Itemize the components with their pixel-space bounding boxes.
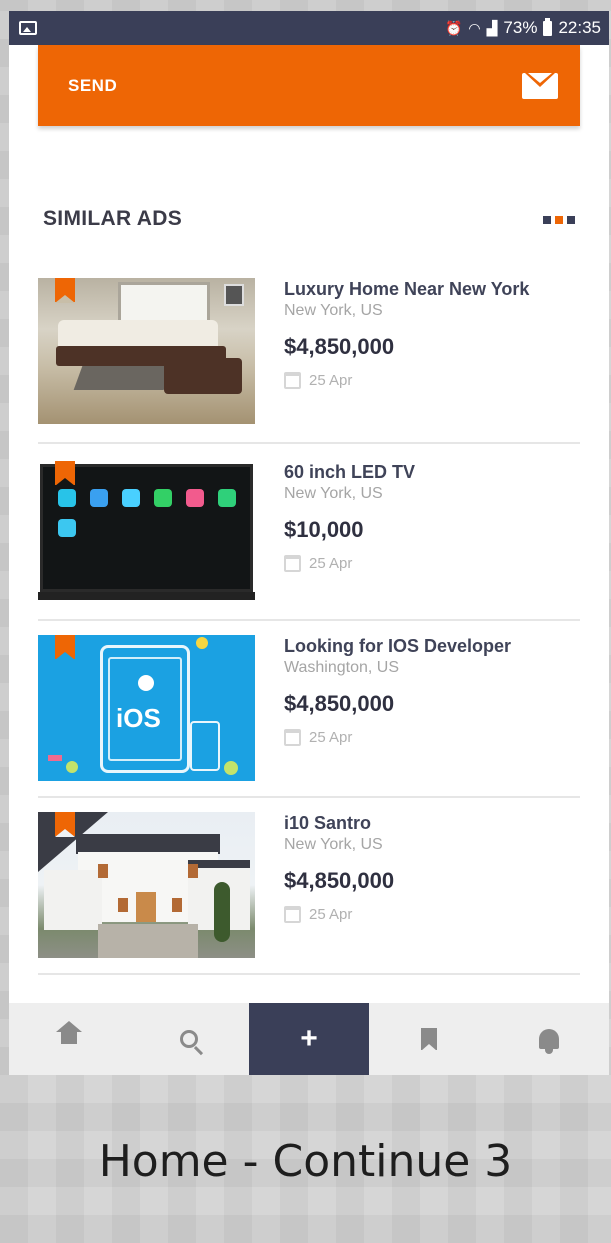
ad-price: $10,000 <box>284 517 364 542</box>
bookmark-ribbon-icon[interactable] <box>55 812 75 837</box>
ad-list-item[interactable]: 60 inch LED TV New York, US $10,000 25 A… <box>38 461 580 621</box>
ad-title[interactable]: 60 inch LED TV <box>284 461 574 484</box>
calendar-icon <box>284 555 301 572</box>
thumbnail-ios-text: iOS <box>116 703 161 733</box>
section-title: SIMILAR ADS <box>43 207 183 230</box>
bookmark-icon <box>421 1028 437 1051</box>
ad-list-item[interactable]: Luxury Home Near New York New York, US $… <box>38 278 580 444</box>
ad-price: $4,850,000 <box>284 334 395 359</box>
ad-date: 25 Apr <box>284 729 574 746</box>
nav-add[interactable]: + <box>249 1003 369 1075</box>
alarm-icon: ⏰ <box>444 20 463 36</box>
bottom-nav: + <box>9 1003 609 1075</box>
ad-date: 25 Apr <box>284 906 574 923</box>
signal-icon: ▟ <box>486 20 498 36</box>
pager-dots[interactable] <box>543 216 575 224</box>
wifi-icon: ◠ <box>468 20 481 36</box>
ad-date-text: 25 Apr <box>309 372 353 389</box>
ad-title[interactable]: Looking for IOS Developer <box>284 635 574 658</box>
pager-dot <box>543 216 551 224</box>
pager-dot <box>567 216 575 224</box>
ad-thumbnail-ios-developer[interactable]: iOS <box>38 635 255 781</box>
bookmark-ribbon-icon[interactable] <box>55 635 75 660</box>
ad-date: 25 Apr <box>284 372 574 389</box>
calendar-icon <box>284 906 301 923</box>
plus-icon: + <box>300 1022 318 1055</box>
envelope-icon <box>522 72 558 99</box>
home-icon <box>56 1021 82 1048</box>
nav-saved[interactable] <box>369 1003 489 1075</box>
pager-dot-active <box>555 216 563 224</box>
nav-search[interactable] <box>129 1003 249 1075</box>
clock: 22:35 <box>558 18 601 37</box>
ad-thumbnail-living-room[interactable] <box>38 278 255 424</box>
ad-price: $4,850,000 <box>284 868 395 893</box>
screen-caption: Home - Continue 3 <box>98 1136 513 1187</box>
status-bar: ⏰ ◠ ▟ 73% 22:35 <box>9 11 609 45</box>
ad-location: New York, US <box>284 302 383 319</box>
ad-location: New York, US <box>284 836 383 853</box>
calendar-icon <box>284 729 301 746</box>
ad-thumbnail-led-tv[interactable] <box>38 461 255 607</box>
ad-date-text: 25 Apr <box>309 729 353 746</box>
ad-location: Washington, US <box>284 659 400 676</box>
ad-title[interactable]: Luxury Home Near New York <box>284 278 574 301</box>
send-button-label: SEND <box>68 75 118 95</box>
calendar-icon <box>284 372 301 389</box>
ad-date-text: 25 Apr <box>309 555 353 572</box>
ad-price: $4,850,000 <box>284 691 395 716</box>
ad-list-item[interactable]: iOS Looking for IOS Developer Washington… <box>38 635 580 798</box>
ad-location: New York, US <box>284 485 383 502</box>
gallery-notification-icon <box>19 21 37 35</box>
ad-date: 25 Apr <box>284 555 574 572</box>
phone-screen: ⏰ ◠ ▟ 73% 22:35 SEND SIMILAR ADS Luxury … <box>9 11 609 1075</box>
ad-thumbnail-house[interactable] <box>38 812 255 958</box>
battery-percent: 73% <box>503 18 538 37</box>
bookmark-ribbon-icon[interactable] <box>55 461 75 486</box>
ad-list-item[interactable]: i10 Santro New York, US $4,850,000 25 Ap… <box>38 812 580 975</box>
nav-home[interactable] <box>9 1003 129 1075</box>
send-button[interactable]: SEND <box>38 45 580 126</box>
nav-notifications[interactable] <box>489 1003 609 1075</box>
ad-title[interactable]: i10 Santro <box>284 812 574 835</box>
ad-date-text: 25 Apr <box>309 906 353 923</box>
search-icon <box>180 1030 198 1048</box>
battery-icon <box>543 17 553 36</box>
bell-icon <box>539 1029 559 1054</box>
bookmark-ribbon-icon[interactable] <box>55 278 75 303</box>
